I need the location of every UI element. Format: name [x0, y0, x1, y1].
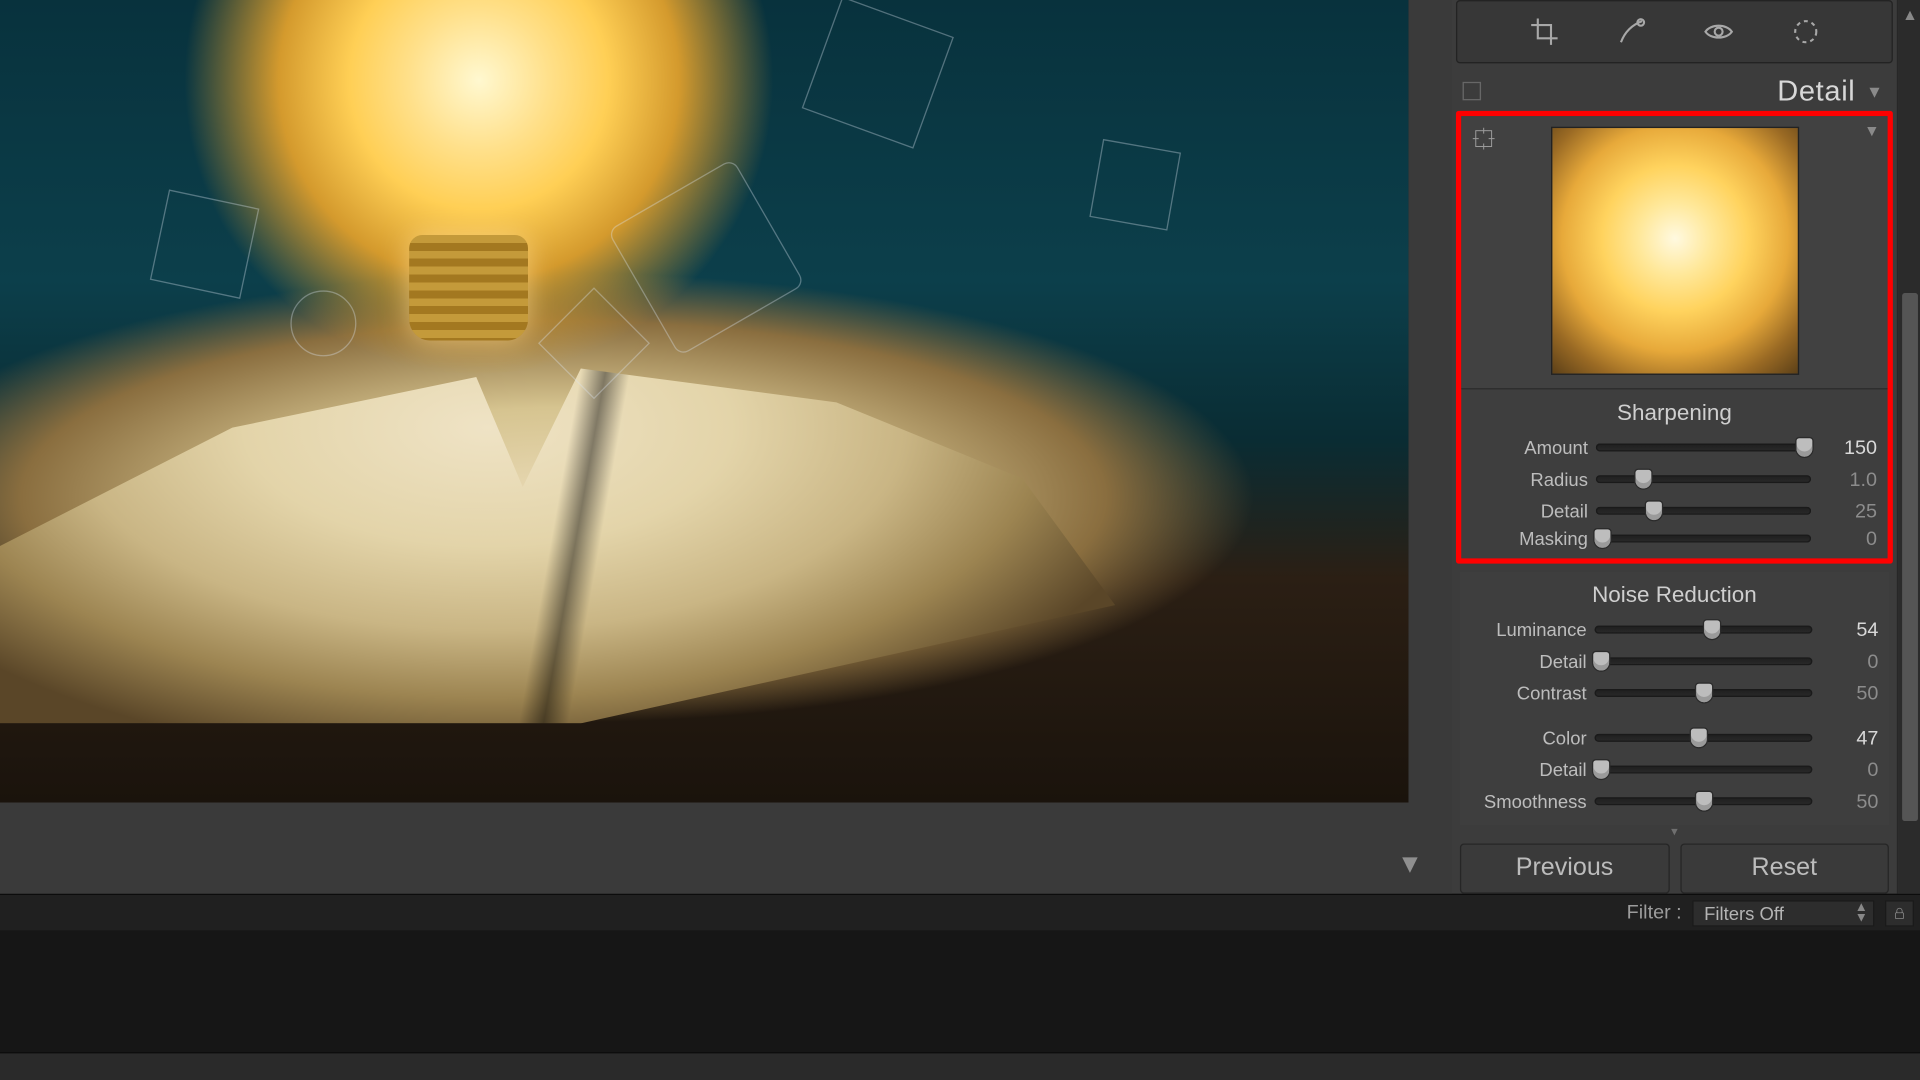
contrast-knob[interactable]	[1696, 684, 1712, 702]
filter-label: Filter :	[1627, 902, 1682, 924]
amount-knob[interactable]	[1797, 438, 1813, 456]
contrast-value[interactable]: 50	[1820, 682, 1878, 704]
filter-bar: Filter : Filters Off ▲▼	[0, 894, 1920, 931]
preview-target-picker-icon[interactable]	[1472, 127, 1496, 151]
smoothness-slider[interactable]: Smoothness 50	[1460, 785, 1889, 817]
canvas-toolbar-area: ▼	[0, 803, 1452, 894]
panel-divider-handle[interactable]: ▾	[1456, 825, 1893, 838]
spot-removal-icon[interactable]	[1614, 15, 1648, 49]
filter-selected: Filters Off	[1704, 902, 1784, 923]
previous-button[interactable]: Previous	[1460, 843, 1669, 893]
detail-preview-thumbnail[interactable]	[1550, 127, 1798, 375]
masking-slider[interactable]: Masking 0	[1461, 527, 1887, 559]
filmstrip-area[interactable]	[0, 931, 1920, 1052]
canvas-soft-proof-dropdown[interactable]: ▼	[1397, 850, 1423, 880]
luminance-value[interactable]: 54	[1820, 618, 1878, 640]
photo-illustration	[150, 189, 260, 299]
detail-label: Detail	[1472, 500, 1588, 521]
color-slider[interactable]: Color 47	[1460, 722, 1889, 754]
lum-detail-knob[interactable]	[1593, 652, 1609, 670]
sharpening-section-highlighted: ▼ Sharpening Amount 150 Radius 1.0	[1456, 111, 1893, 564]
color-detail-label: Detail	[1470, 759, 1586, 780]
radius-label: Radius	[1472, 469, 1588, 490]
color-knob[interactable]	[1691, 729, 1707, 747]
noise-reduction-section: Noise Reduction Luminance 54 Detail 0 Co…	[1460, 572, 1889, 825]
canvas-area: ▼	[0, 0, 1452, 894]
masking-label: Masking	[1472, 528, 1588, 549]
red-eye-tool-icon[interactable]	[1701, 15, 1735, 49]
contrast-label: Contrast	[1470, 682, 1586, 703]
luminance-slider[interactable]: Luminance 54	[1460, 614, 1889, 646]
radial-filter-icon[interactable]	[1788, 15, 1822, 49]
masking-value[interactable]: 0	[1819, 527, 1877, 549]
panel-toggle-switch[interactable]	[1463, 82, 1481, 100]
detail-slider[interactable]: Detail 25	[1461, 495, 1887, 527]
chevron-down-icon: ▼	[1866, 81, 1884, 101]
panel-title: Detail	[1777, 74, 1855, 108]
lum-detail-label: Detail	[1470, 651, 1586, 672]
radius-slider[interactable]: Radius 1.0	[1461, 463, 1887, 495]
photo-illustration	[1089, 139, 1181, 231]
luminance-knob[interactable]	[1704, 620, 1720, 638]
amount-label: Amount	[1472, 437, 1588, 458]
reset-button[interactable]: Reset	[1680, 843, 1889, 893]
smoothness-label: Smoothness	[1470, 791, 1586, 812]
scroll-thumb[interactable]	[1902, 293, 1918, 821]
panel-header-detail[interactable]: Detail ▼	[1452, 71, 1897, 111]
color-label: Color	[1470, 727, 1586, 748]
photo-illustration	[409, 235, 528, 341]
detail-value[interactable]: 25	[1819, 500, 1877, 522]
color-detail-knob[interactable]	[1593, 760, 1609, 778]
panel-scrollbar[interactable]: ▲	[1898, 0, 1920, 894]
color-detail-slider[interactable]: Detail 0	[1460, 754, 1889, 786]
lum-detail-slider[interactable]: Detail 0	[1460, 645, 1889, 677]
updown-icon: ▲▼	[1855, 902, 1868, 923]
smoothness-value[interactable]: 50	[1820, 790, 1878, 812]
sharpening-title: Sharpening	[1461, 389, 1887, 431]
color-value[interactable]: 47	[1820, 727, 1878, 749]
detail-preview-row: ▼	[1461, 116, 1887, 389]
filter-lock-button[interactable]	[1885, 900, 1914, 926]
contrast-slider[interactable]: Contrast 50	[1460, 677, 1889, 709]
smoothness-knob[interactable]	[1696, 792, 1712, 810]
amount-value[interactable]: 150	[1819, 436, 1877, 458]
image-preview[interactable]	[0, 0, 1408, 803]
masking-knob[interactable]	[1594, 529, 1610, 547]
tool-strip	[1456, 0, 1893, 63]
crop-tool-icon[interactable]	[1527, 15, 1561, 49]
color-detail-value[interactable]: 0	[1820, 758, 1878, 780]
detail-knob[interactable]	[1646, 502, 1662, 520]
noise-title: Noise Reduction	[1460, 572, 1889, 614]
lum-detail-value[interactable]: 0	[1820, 650, 1878, 672]
radius-knob[interactable]	[1635, 470, 1651, 488]
luminance-label: Luminance	[1470, 619, 1586, 640]
preview-collapse-icon[interactable]: ▼	[1864, 121, 1880, 139]
amount-slider[interactable]: Amount 150	[1461, 432, 1887, 464]
bottom-border	[0, 1052, 1920, 1080]
filter-dropdown[interactable]: Filters Off ▲▼	[1692, 900, 1874, 926]
scroll-up-icon[interactable]: ▲	[1902, 5, 1918, 21]
radius-value[interactable]: 1.0	[1819, 468, 1877, 490]
photo-illustration	[290, 290, 356, 356]
